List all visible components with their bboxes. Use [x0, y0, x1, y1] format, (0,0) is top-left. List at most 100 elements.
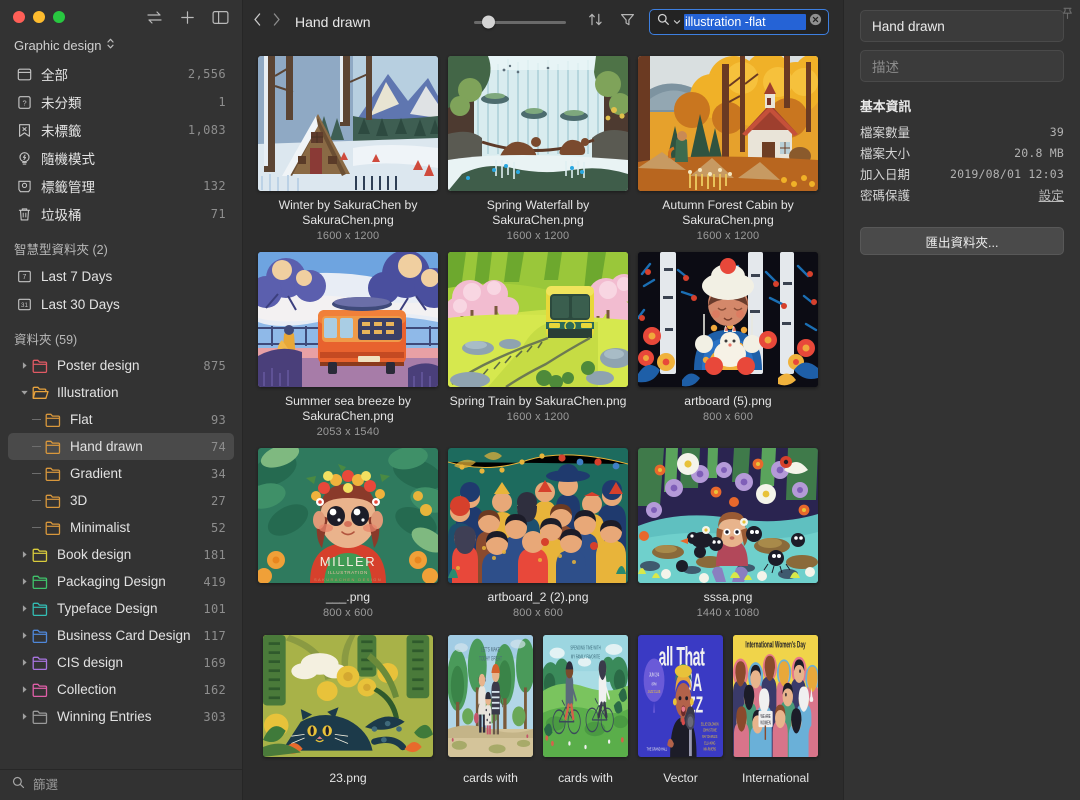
sidebar-item-untagged[interactable]: 未標籤 1,083	[8, 116, 234, 144]
grid-item[interactable]: all That JA ZZ JUN 2/4 8PM JAZZ CLUB ELL…	[633, 625, 728, 786]
grid-item[interactable]: sssa.png 1440 x 1080	[633, 444, 823, 619]
grid-item[interactable]: Spring Waterfall by SakuraChen.png 1600 x…	[443, 52, 633, 242]
thumbnail-container[interactable]	[633, 52, 823, 194]
disclosure-open-icon[interactable]	[16, 388, 32, 397]
grid-item[interactable]: artboard (5).png 800 x 600	[633, 248, 823, 438]
folder-item-hand-drawn[interactable]: Hand drawn 74	[8, 433, 234, 460]
thumbnail-grid-scroll[interactable]: Winter by SakuraChen by SakuraChen.png 16…	[243, 44, 843, 800]
folder-item-typeface-design[interactable]: Typeface Design 101	[8, 595, 234, 622]
info-value[interactable]: 設定	[1039, 185, 1064, 204]
sort-transfer-icon[interactable]	[146, 10, 163, 25]
sidebar-filter-bar[interactable]	[0, 769, 242, 800]
sidebar-filter-input[interactable]	[33, 778, 230, 792]
close-window-button[interactable]	[13, 11, 25, 23]
thumbnail-container[interactable]: all That JA ZZ JUN 2/4 8PM JAZZ CLUB ELL…	[633, 625, 728, 767]
chevron-right-icon[interactable]	[272, 12, 281, 32]
thumbnail-image[interactable]	[258, 251, 438, 387]
disclosure-closed-icon[interactable]	[16, 604, 32, 613]
grid-item[interactable]: MILLER ILLUSTRATION SAKURACHEN DESIGN __…	[253, 444, 443, 619]
thumbnail-container[interactable]	[443, 248, 633, 390]
sidebar-item-tag-manager[interactable]: 標籤管理 132	[8, 172, 234, 200]
grid-item[interactable]: Summer sea breeze by SakuraChen.png 2053 …	[253, 248, 443, 438]
thumbnail-image[interactable]: all That JA ZZ JUN 2/4 8PM JAZZ CLUB ELL…	[638, 635, 723, 757]
sidebar-toggle-icon[interactable]	[212, 10, 229, 25]
disclosure-closed-icon[interactable]	[16, 658, 32, 667]
slider-knob[interactable]	[482, 15, 495, 29]
folder-item-illustration[interactable]: Illustration	[8, 379, 234, 406]
grid-item[interactable]: LET'S MAKE TODAY GREAT cards with	[443, 625, 538, 786]
thumbnail-container[interactable]	[443, 52, 633, 194]
disclosure-closed-icon[interactable]	[16, 577, 32, 586]
search-input[interactable]: illustration -flat	[684, 14, 806, 30]
chevron-down-icon[interactable]	[673, 13, 681, 31]
folder-description-field[interactable]: 描述	[860, 50, 1064, 82]
thumbnail-image[interactable]	[448, 447, 628, 583]
chevron-left-icon[interactable]	[253, 12, 262, 32]
sidebar-item-random-mode[interactable]: 隨機模式	[8, 144, 234, 172]
folder-item-book-design[interactable]: Book design 181	[8, 541, 234, 568]
folder-item-gradient[interactable]: Gradient 34	[8, 460, 234, 487]
grid-item[interactable]: Spring Train by SakuraChen.png 1600 x 120…	[443, 248, 633, 438]
thumbnail-container[interactable]	[443, 444, 633, 586]
sidebar-item-trash[interactable]: 垃圾桶 71	[8, 200, 234, 228]
sidebar-item-last-7-days[interactable]: 7 Last 7 Days	[8, 262, 234, 290]
info-row: 密碼保護 設定	[860, 184, 1064, 205]
search-box[interactable]: illustration -flat	[649, 9, 829, 35]
grid-item[interactable]: artboard_2 (2).png 800 x 600	[443, 444, 633, 619]
thumbnail-image[interactable]	[448, 55, 628, 191]
grid-item[interactable]: 23.png	[253, 625, 443, 786]
thumbnail-image[interactable]: MILLER ILLUSTRATION SAKURACHEN DESIGN	[258, 447, 438, 583]
folder-name-field[interactable]: Hand drawn	[860, 10, 1064, 42]
thumbnail-image[interactable]	[448, 251, 628, 387]
clear-circle-icon[interactable]	[809, 13, 822, 31]
thumbnail-size-slider[interactable]	[474, 13, 566, 31]
disclosure-closed-icon[interactable]	[16, 631, 32, 640]
thumbnail-container[interactable]: International Women's Day WE ARE WOMEN	[728, 625, 823, 767]
grid-item[interactable]: International Women's Day WE ARE WOMEN I…	[728, 625, 823, 786]
thumbnail-image[interactable]	[638, 447, 818, 583]
minimize-window-button[interactable]	[33, 11, 45, 23]
thumbnail-container[interactable]	[633, 444, 823, 586]
grid-item[interactable]: Winter by SakuraChen by SakuraChen.png 16…	[253, 52, 443, 242]
thumbnail-image[interactable]	[263, 635, 433, 757]
thumbnail-container[interactable]	[253, 52, 443, 194]
folder-item-packaging-design[interactable]: Packaging Design 419	[8, 568, 234, 595]
sidebar-item-uncategorized[interactable]: ? 未分類 1	[8, 88, 234, 116]
folder-item-cis-design[interactable]: CIS design 169	[8, 649, 234, 676]
sidebar-item-all[interactable]: 全部 2,556	[8, 60, 234, 88]
library-selector[interactable]: Graphic design	[0, 34, 242, 60]
folder-item-winning-entries[interactable]: Winning Entries 303	[8, 703, 234, 730]
folder-item-collection[interactable]: Collection 162	[8, 676, 234, 703]
traffic-light-buttons[interactable]	[13, 11, 65, 23]
plus-icon[interactable]	[180, 10, 195, 25]
thumbnail-container[interactable]	[633, 248, 823, 390]
thumbnail-container[interactable]	[253, 248, 443, 390]
pin-icon[interactable]	[1062, 7, 1073, 25]
thumbnail-image[interactable]: LET'S MAKE TODAY GREAT	[448, 635, 533, 757]
thumbnail-image[interactable]	[638, 55, 818, 191]
folder-item-business-card-design[interactable]: Business Card Design 117	[8, 622, 234, 649]
disclosure-closed-icon[interactable]	[16, 550, 32, 559]
disclosure-closed-icon[interactable]	[16, 685, 32, 694]
thumbnail-container[interactable]: LET'S MAKE TODAY GREAT	[443, 625, 538, 767]
folder-item-poster-design[interactable]: Poster design 875	[8, 352, 234, 379]
thumbnail-container[interactable]: MILLER ILLUSTRATION SAKURACHEN DESIGN	[253, 444, 443, 586]
filter-funnel-icon[interactable]	[620, 12, 635, 32]
maximize-window-button[interactable]	[53, 11, 65, 23]
disclosure-closed-icon[interactable]	[16, 712, 32, 721]
grid-item[interactable]: Autumn Forest Cabin by SakuraChen.png 160…	[633, 52, 823, 242]
thumbnail-image[interactable]	[638, 251, 818, 387]
grid-item[interactable]: SPENDING TIME WITH MY FAMILY FAVORITE ca…	[538, 625, 633, 786]
folder-item-flat[interactable]: Flat 93	[8, 406, 234, 433]
thumbnail-container[interactable]	[253, 625, 443, 767]
thumbnail-image[interactable]: SPENDING TIME WITH MY FAMILY FAVORITE	[543, 635, 628, 757]
thumbnail-image[interactable]: International Women's Day WE ARE WOMEN	[733, 635, 818, 757]
sidebar-item-last-30-days[interactable]: 31 Last 30 Days	[8, 290, 234, 318]
export-folder-button[interactable]: 匯出資料夾...	[860, 227, 1064, 255]
thumbnail-image[interactable]	[258, 55, 438, 191]
folder-item-minimalist[interactable]: Minimalist 52	[8, 514, 234, 541]
folder-item-3d[interactable]: 3D 27	[8, 487, 234, 514]
disclosure-closed-icon[interactable]	[16, 361, 32, 370]
thumbnail-container[interactable]: SPENDING TIME WITH MY FAMILY FAVORITE	[538, 625, 633, 767]
sort-icon[interactable]	[588, 12, 603, 32]
